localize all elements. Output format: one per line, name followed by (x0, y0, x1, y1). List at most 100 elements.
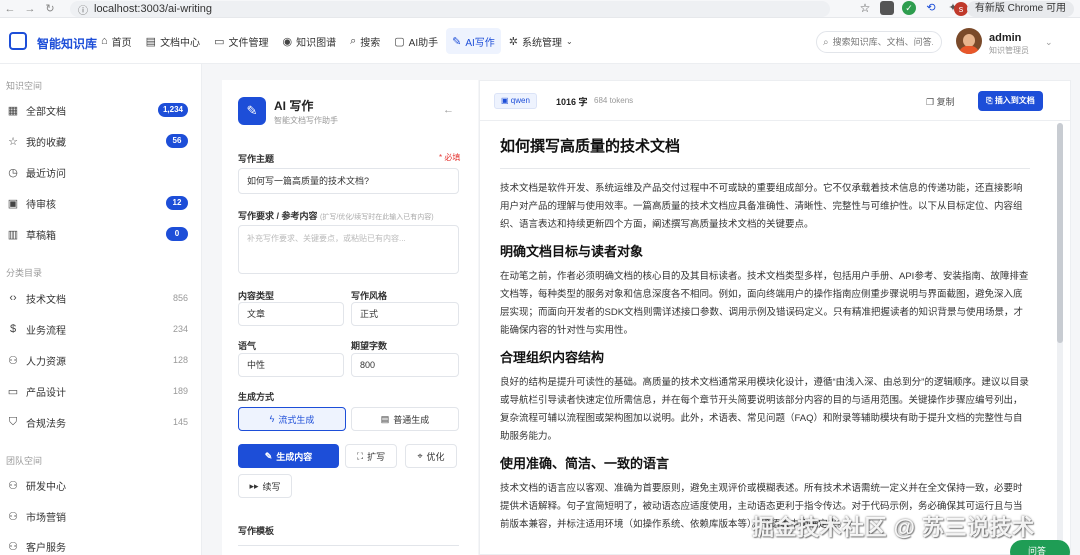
reload-icon[interactable]: ↻ (40, 2, 60, 15)
topic-input[interactable]: 如何写一篇高质量的技术文档? (238, 168, 459, 194)
collapse-arrow-icon[interactable]: ← (443, 104, 454, 116)
word-count-label: 期望字数 (351, 341, 388, 351)
floating-qa-button[interactable]: 问答 (1010, 540, 1070, 555)
sidebar-item-business[interactable]: $ 业务流程 234 (0, 317, 202, 341)
content-type-label: 内容类型 (238, 291, 275, 301)
doc-heading: 明确文档目标与读者对象 (500, 244, 644, 259)
button-label: 复制 (936, 97, 955, 107)
doc-icon: ▤ (145, 35, 157, 48)
stream-mode-button[interactable]: ϟ 流式生成 (238, 407, 346, 431)
copy-button[interactable]: ❐ 复制 (926, 95, 955, 108)
bookmark-star-icon[interactable]: ☆ (858, 1, 872, 15)
chrome-update-button[interactable]: 有新版 Chrome 可用 (966, 1, 1074, 17)
shield-icon: ⛉ (8, 415, 18, 428)
sidebar-item-pending-review[interactable]: ▣ 待审核 12 (0, 191, 202, 215)
insert-to-document-button[interactable]: ⎘ 插入到文档 (978, 91, 1043, 111)
nav-label: 首页 (111, 37, 132, 49)
template-list[interactable] (238, 545, 459, 555)
address-bar[interactable]: ⓘ localhost:3003/ai-writing (70, 1, 830, 17)
gear-icon: ✲ (508, 35, 518, 48)
forward-icon[interactable]: → (20, 3, 40, 15)
sidebar-item-label: 待审核 (26, 199, 56, 211)
sidebar-item-rd-center[interactable]: ⚇ 研发中心 (0, 473, 202, 497)
nav-knowledge-graph[interactable]: ◉ 知识图谱 (276, 28, 342, 54)
optimize-button[interactable]: ⌖ 优化 (405, 444, 457, 468)
content-type-select[interactable]: 文章 (238, 302, 344, 326)
back-icon[interactable]: ← (0, 3, 20, 15)
requirements-textarea[interactable]: 补充写作要求、关键要点，或粘贴已有内容... (238, 225, 459, 274)
sidebar-item-label: 草稿箱 (26, 230, 56, 242)
doc-paragraph: 在动笔之前，作者必须明确文档的核心目的及其目标读者。技术文档类型多样，包括用户手… (500, 271, 1029, 336)
sidebar-item-label: 市场营销 (26, 512, 66, 524)
extension-1-icon[interactable] (880, 1, 894, 15)
extension-sync-icon[interactable]: ⟲ (924, 1, 938, 15)
sidebar-item-hr[interactable]: ⚇ 人力资源 128 (0, 348, 202, 372)
user-menu-chevron-icon[interactable]: ⌄ (1045, 37, 1053, 48)
nav-file-management[interactable]: ▭ 文件管理 (208, 28, 274, 54)
home-icon: ⌂ (101, 35, 108, 47)
normal-mode-button[interactable]: ▤ 普通生成 (351, 407, 459, 431)
requirements-label-text: 写作要求 / 参考内容 (238, 211, 318, 221)
button-label: 流式生成 (278, 414, 315, 425)
style-select[interactable]: 正式 (351, 302, 459, 326)
global-search-input[interactable] (832, 37, 933, 47)
url-text: localhost:3003/ai-writing (94, 3, 213, 15)
count-badge: 56 (166, 134, 188, 148)
app-header: 智能知识库 ⌂ 首页 ▤ 文档中心 ▭ 文件管理 ◉ 知识图谱 ⌕ 搜索 ▢ AI助手 ✎ A… (0, 18, 1080, 64)
editor-scrollbar-thumb[interactable] (1057, 123, 1063, 343)
nav-label: 文档中心 (160, 37, 201, 49)
nav-ai-assistant[interactable]: ▢ AI助手 (388, 28, 444, 54)
ai-pen-icon: ✎ (238, 97, 266, 125)
sidebar-item-customer-service[interactable]: ⚇ 客户服务 (0, 534, 202, 555)
sidebar-item-label: 客户服务 (26, 542, 66, 554)
style-label: 写作风格 (351, 291, 388, 301)
doc-title-divider (500, 168, 1030, 169)
global-search[interactable]: ⌕ (816, 31, 942, 53)
generate-button[interactable]: ✎ 生成内容 (238, 444, 339, 468)
user-avatar[interactable] (956, 28, 982, 54)
extension-icons: ☆ ✓ ⟲ ✦ (858, 1, 960, 15)
tone-select[interactable]: 中性 (238, 353, 344, 377)
token-count: 684 tokens (594, 96, 634, 105)
sidebar-item-favorites[interactable]: ☆ 我的收藏 56 (0, 129, 202, 153)
nav-doc-center[interactable]: ▤ 文档中心 (140, 28, 206, 54)
sidebar-item-tech-docs[interactable]: ‹› 技术文档 856 (0, 286, 202, 310)
top-nav: ⌂ 首页 ▤ 文档中心 ▭ 文件管理 ◉ 知识图谱 ⌕ 搜索 ▢ AI助手 ✎ AI写作 ✲ 系… (95, 28, 579, 54)
sidebar-section-title: 知识空间 (6, 81, 43, 91)
watermark: 掘金技术社区 @ 苏三说技术 (752, 515, 1035, 540)
sidebar-item-legal[interactable]: ⛉ 合规法务 145 (0, 410, 202, 434)
users-icon: ⚇ (8, 479, 18, 492)
sidebar-item-product-design[interactable]: ▭ 产品设计 189 (0, 379, 202, 403)
nav-system-management[interactable]: ✲ 系统管理 ⌄ (503, 28, 579, 54)
form-title: AI 写作 (274, 99, 314, 113)
sidebar-item-all-docs[interactable]: ▦ 全部文档 1,234 (0, 98, 202, 122)
sidebar-item-recent[interactable]: ◷ 最近访问 (0, 160, 202, 184)
grid-icon: ▦ (7, 104, 19, 117)
site-info-icon[interactable]: ⓘ (78, 2, 88, 17)
graph-icon: ◉ (282, 35, 293, 48)
doc-intro: 技术文档是软件开发、系统运维及产品交付过程中不可或缺的重要组成部分。它不仅承载着… (500, 183, 1023, 230)
tone-label: 语气 (238, 341, 257, 351)
continue-button[interactable]: ▸▸ 续写 (238, 474, 292, 498)
chat-icon: ▢ (394, 35, 405, 48)
required-marker: * 必填 (439, 153, 461, 162)
doc-heading: 使用准确、简洁、一致的语言 (500, 456, 670, 471)
nav-search[interactable]: ⌕ 搜索 (344, 28, 386, 54)
item-count: 856 (172, 293, 188, 303)
word-count-input[interactable]: 800 (351, 353, 459, 377)
sidebar-item-marketing[interactable]: ⚇ 市场营销 (0, 504, 202, 528)
app-logo-icon (9, 32, 27, 50)
nav-ai-writing[interactable]: ✎ AI写作 (446, 28, 501, 54)
nav-label: 文件管理 (228, 37, 269, 49)
extension-check-icon[interactable]: ✓ (902, 1, 916, 15)
document-icon: ▤ (380, 413, 390, 424)
code-icon: ‹› (9, 292, 17, 304)
star-icon: ☆ (8, 135, 18, 148)
sidebar-item-drafts[interactable]: ▥ 草稿箱 0 (0, 222, 202, 246)
button-label: 插入到文档 (994, 96, 1035, 105)
expand-button[interactable]: ⛶ 扩写 (345, 444, 397, 468)
profile-avatar[interactable]: s (954, 2, 968, 16)
topic-label: 写作主题 (238, 154, 275, 164)
sidebar-item-label: 全部文档 (26, 106, 66, 118)
nav-home[interactable]: ⌂ 首页 (95, 28, 138, 54)
